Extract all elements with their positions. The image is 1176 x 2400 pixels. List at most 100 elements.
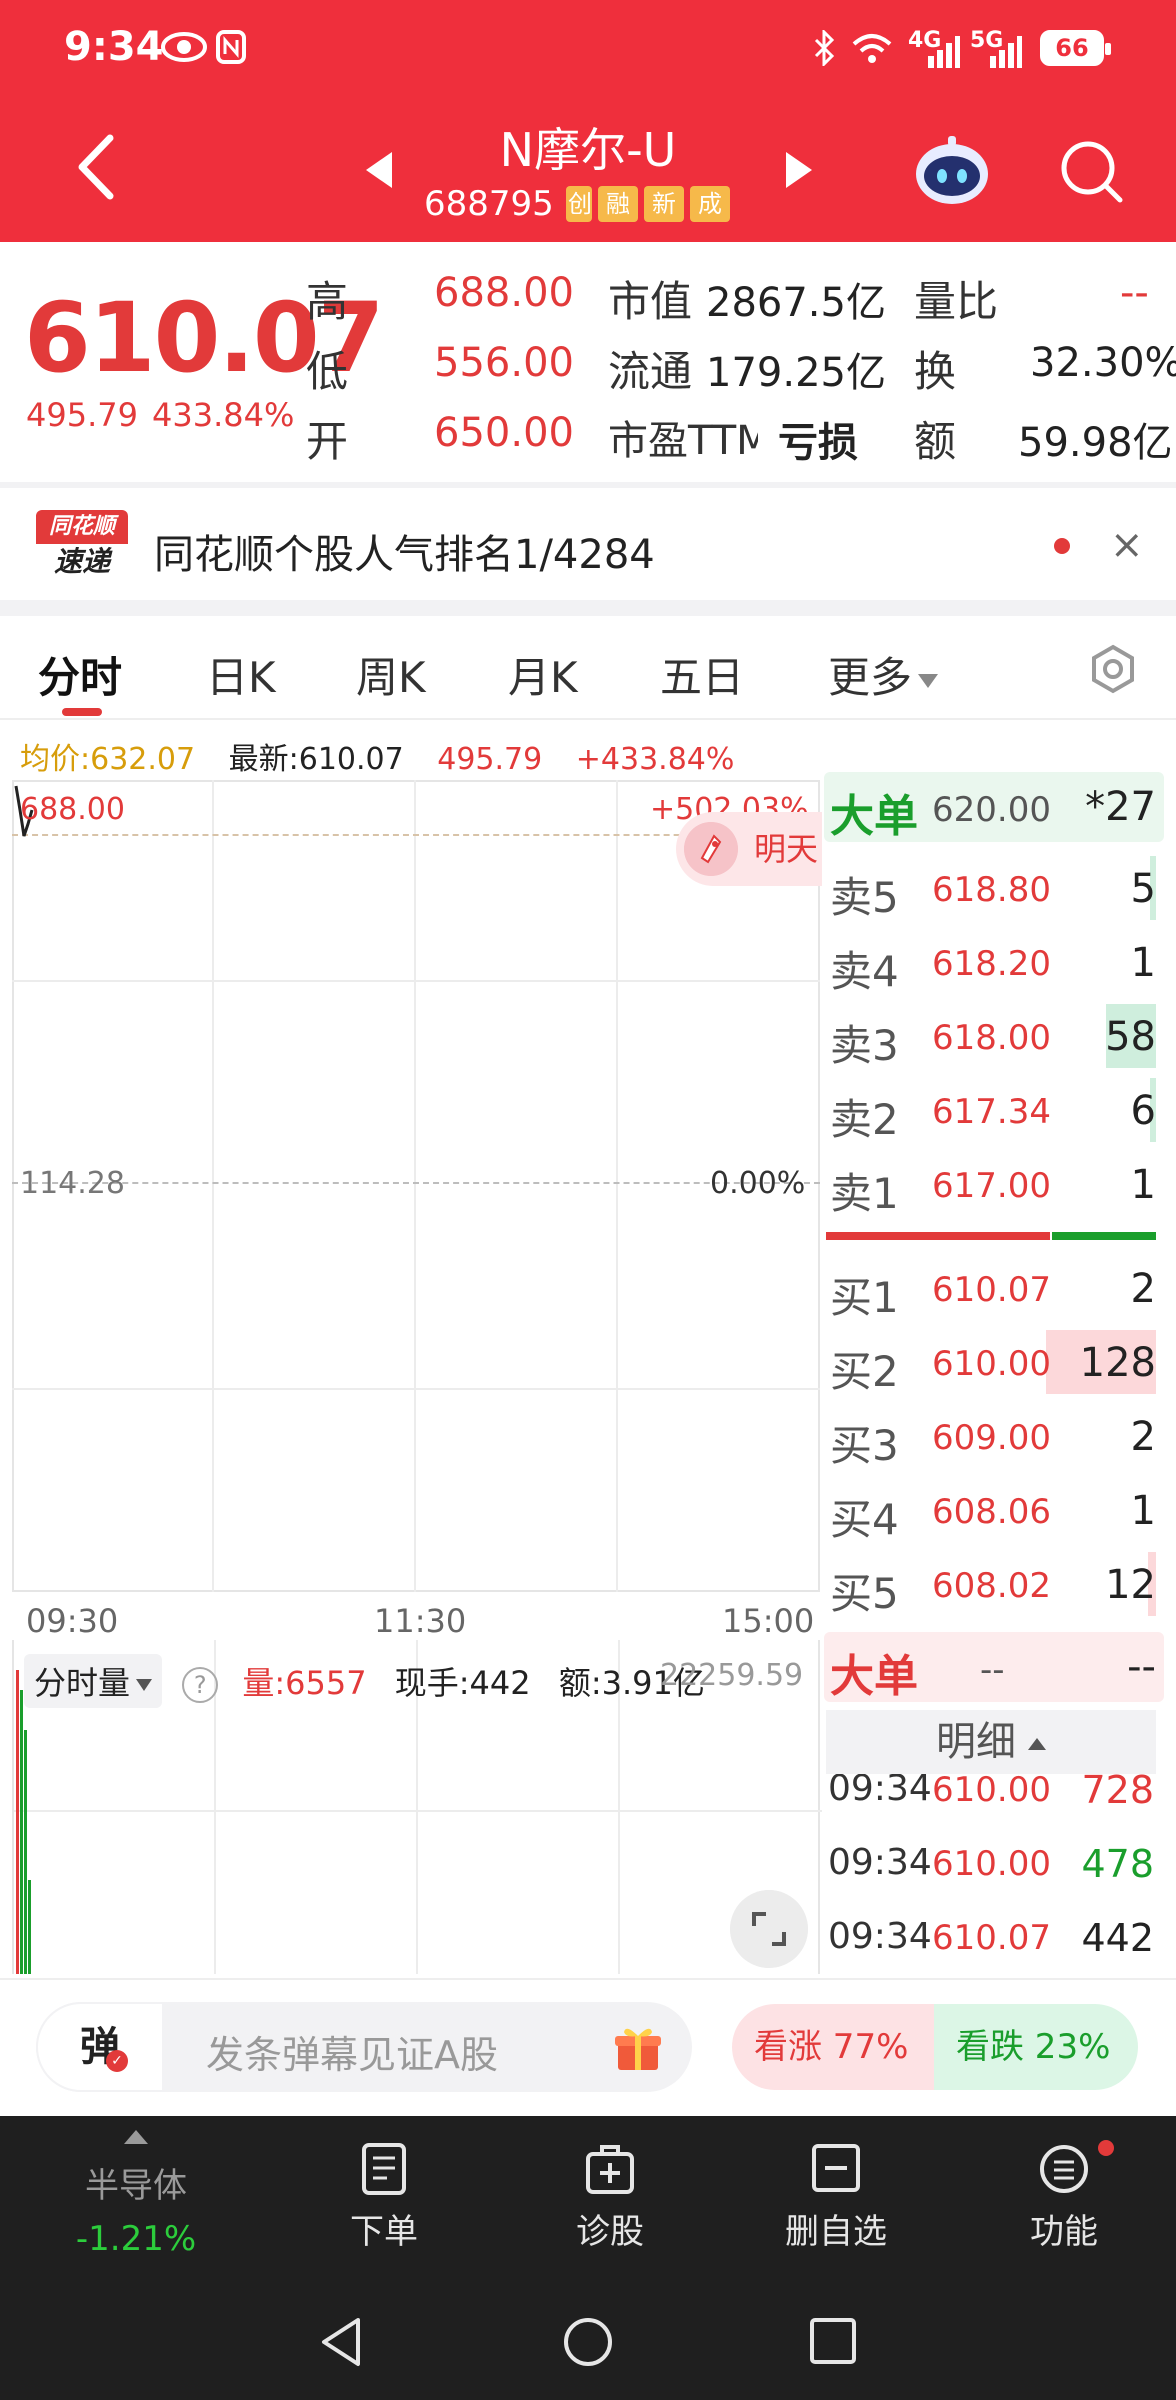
buy-volume: 1 [1130, 1488, 1156, 1534]
popularity-banner[interactable]: 同花顺 速递 同花顺个股人气排名1/4284 [0, 488, 1176, 600]
danmu-toggle-icon[interactable]: 弹 [36, 2002, 164, 2092]
current-hand: 现手:442 [394, 1664, 531, 1702]
buy-row-2: 买2 610.00 128 [824, 1326, 1176, 1400]
signal-5g-icon [990, 36, 1022, 68]
search-icon[interactable] [1058, 138, 1124, 204]
label-market-cap: 市值 [608, 277, 693, 326]
prev-stock-arrow-icon[interactable] [366, 152, 392, 188]
help-icon[interactable]: ? [182, 1667, 219, 1703]
eye-icon [161, 32, 207, 62]
tab-five-day[interactable]: 五日 [660, 644, 744, 705]
label-low: 低 [306, 347, 349, 396]
trade-detail-row: 09:34 610.00 478 [826, 1828, 1156, 1900]
nav-home-icon[interactable] [558, 2314, 618, 2370]
robot-assistant-icon[interactable] [912, 134, 992, 206]
tag-cheng: 成 [690, 186, 730, 222]
danmu-check-icon: ✓ [106, 2050, 128, 2072]
order-button[interactable]: 下单 [304, 2136, 464, 2253]
chart-tabs: 分时 日K 周K 月K 五日 更多 [0, 616, 1176, 720]
tab-weekly-k[interactable]: 周K [356, 644, 426, 705]
sell-volume: 1 [1130, 940, 1156, 986]
grid-line [14, 1810, 822, 1812]
grid-line [414, 780, 416, 1592]
label-turnover: 换 [914, 347, 957, 396]
functions-button[interactable]: 功能 [984, 2136, 1144, 2253]
value-volume-ratio: -- [1120, 270, 1149, 316]
quote-panel: 610.07 495.79 433.84% 高 688.00 市值 2867.5… [0, 242, 1176, 482]
intraday-chart[interactable]: 688.00 +502.03% 114.28 0.00% [12, 780, 820, 1592]
order-document-icon [362, 2143, 406, 2195]
trade-price: 610.07 [932, 1918, 1051, 1958]
trade-price: 610.00 [932, 1774, 1051, 1810]
buy-label: 买4 [830, 1495, 899, 1544]
nav-recents-icon[interactable] [802, 2314, 862, 2370]
big-order-label: 大单 [830, 1651, 918, 1702]
logo-top-text: 同花顺 [36, 510, 128, 544]
volume-max: 22259.59 [660, 1658, 804, 1693]
app-header: 9:34 4G 5G 66 N摩尔-U 688795 创 融 新 成 [0, 0, 1176, 242]
next-stock-arrow-icon[interactable] [786, 152, 812, 188]
buy-volume: 128 [1079, 1340, 1156, 1386]
nav-back-icon[interactable] [312, 2314, 372, 2370]
grid-line [12, 980, 820, 982]
value-float-cap: 179.25亿 [706, 350, 886, 396]
value-market-cap: 2867.5亿 [706, 280, 886, 326]
vote-bullish-button[interactable]: 看涨 77% [732, 2004, 938, 2090]
chart-zero-pct: 0.00% [710, 1166, 806, 1201]
remove-watchlist-label: 删自选 [785, 2212, 887, 2252]
tag-rong: 融 [598, 186, 638, 222]
trade-detail-header[interactable]: 明细 [826, 1710, 1156, 1774]
grid-line [616, 780, 618, 1592]
danmu-placeholder[interactable]: 发条弹幕见证A股 [206, 2024, 498, 2079]
buy-row-5: 买5 608.02 12 [824, 1548, 1176, 1622]
sell-row-1: 卖1 617.00 1 [824, 1148, 1176, 1222]
tab-more[interactable]: 更多 [828, 644, 939, 705]
buy-row-3: 买3 609.00 2 [824, 1400, 1176, 1474]
tab-daily-k[interactable]: 日K [206, 644, 276, 705]
order-label: 下单 [350, 2212, 418, 2252]
logo-bottom-text: 速递 [53, 545, 110, 578]
settings-icon[interactable] [1088, 644, 1138, 694]
sell-row-2: 卖2 617.34 6 [824, 1074, 1176, 1148]
avg-price: 均价:632.07 [20, 742, 196, 777]
sector-indicator[interactable]: 半导体 -1.21% [56, 2130, 216, 2259]
status-time: 9:34 [64, 24, 164, 70]
volume-selector-label: 分时量 [34, 1664, 131, 1702]
volume-indicator-select[interactable]: 分时量 [24, 1654, 163, 1708]
close-banner-icon[interactable]: × [1110, 522, 1144, 568]
buy-volume: 12 [1105, 1562, 1156, 1608]
buy-volume: 2 [1130, 1266, 1156, 1312]
remove-watchlist-button[interactable]: 删自选 [756, 2136, 916, 2253]
sell-price: 618.80 [932, 870, 1051, 910]
prev-close-line [12, 1182, 820, 1184]
tag-chuang: 创 [566, 186, 592, 222]
label-volume-ratio: 量比 [914, 277, 999, 326]
volume-header: 分时量 ? 量:6557 现手:442 额:3.91亿 [24, 1654, 705, 1708]
gift-icon[interactable] [612, 2022, 664, 2074]
tab-intraday[interactable]: 分时 [38, 644, 122, 705]
value-turnover: 32.30% [1030, 340, 1176, 386]
sector-name: 半导体 [85, 2166, 187, 2206]
stock-code: 688795 [424, 184, 554, 224]
price-change-pct: 433.84% [152, 396, 295, 434]
trade-detail-row: 09:34 610.07 442 [826, 1902, 1156, 1974]
sell-price: 617.00 [932, 1166, 1051, 1206]
sell-label: 卖3 [830, 1021, 899, 1070]
danmu-input-bar[interactable]: 弹 发条弹幕见证A股 [36, 2002, 692, 2092]
info-change-pct: +433.84% [575, 742, 735, 777]
time-tick-close: 15:00 [722, 1602, 815, 1640]
trade-time: 09:34 [828, 1916, 932, 1957]
back-arrow-icon[interactable] [70, 132, 124, 202]
tab-monthly-k[interactable]: 月K [508, 644, 578, 705]
diagnose-label: 诊股 [576, 2212, 644, 2252]
label-pe-ttm: 市盈TTM [608, 418, 758, 464]
big-order-label: 大单 [830, 791, 918, 842]
time-tick-noon: 11:30 [374, 1602, 467, 1640]
functions-menu-icon [1040, 2145, 1088, 2193]
volume-value: 量:6557 [242, 1664, 367, 1702]
label-high: 高 [306, 277, 349, 326]
fullscreen-icon[interactable] [730, 1890, 808, 1968]
vote-bearish-button[interactable]: 看跌 23% [934, 2004, 1138, 2090]
grid-line [212, 780, 214, 1592]
diagnose-button[interactable]: 诊股 [530, 2136, 690, 2253]
